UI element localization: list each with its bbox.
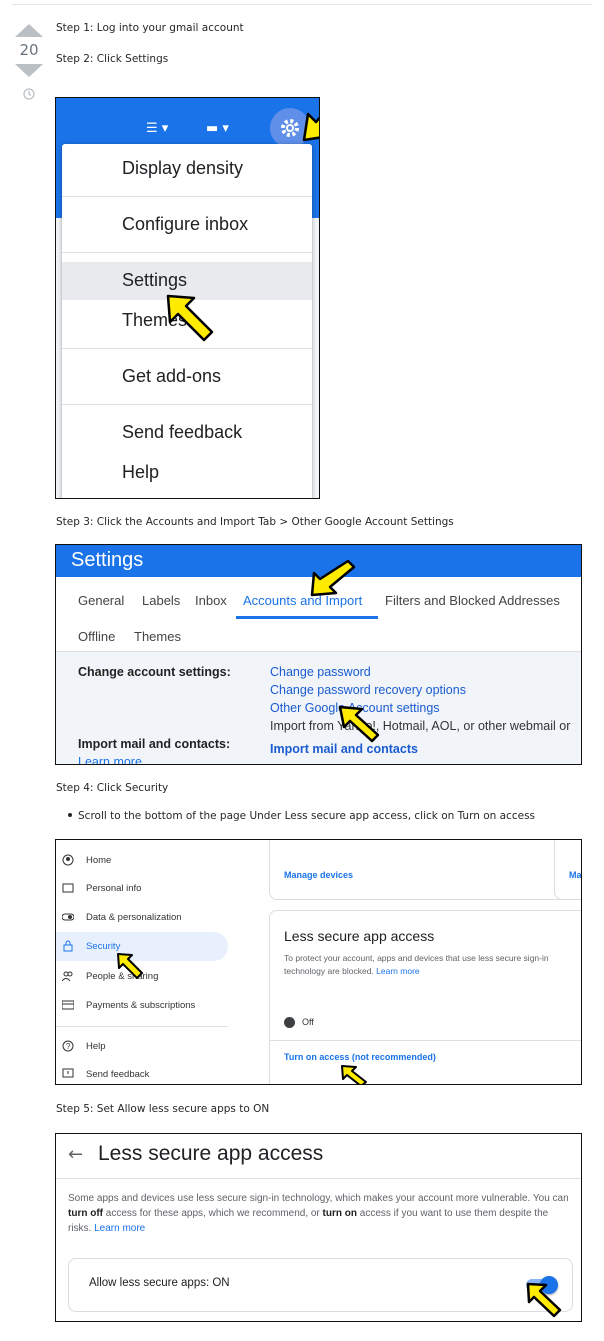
feedback-icon xyxy=(62,1068,74,1078)
nav-label: Data & personalization xyxy=(86,912,182,923)
svg-text:?: ? xyxy=(66,1042,71,1051)
back-arrow-icon[interactable]: ← xyxy=(68,1144,83,1165)
turn-off-emphasis: turn off xyxy=(68,1208,103,1219)
keyboard-icon: ▬ ▾ xyxy=(206,121,229,136)
home-icon xyxy=(62,854,74,866)
turn-on-access-link[interactable]: Turn on access (not recommended) xyxy=(284,1052,436,1062)
pointer-arrow-icon xyxy=(166,294,214,342)
pointer-arrow-icon xyxy=(341,1065,367,1084)
tab-offline[interactable]: Offline xyxy=(78,629,115,644)
nav-help[interactable]: ? Help xyxy=(56,1032,228,1061)
learn-more-link[interactable]: Learn more xyxy=(78,755,142,764)
nav-send-feedback[interactable]: Send feedback xyxy=(56,1060,228,1084)
gmail-settings-menu-screenshot: ☰ ▾ ▬ ▾ Display density Configure inbox … xyxy=(55,97,320,499)
credit-card-icon xyxy=(62,1000,74,1010)
pointer-arrow-icon xyxy=(338,705,380,743)
nav-payments[interactable]: Payments & subscriptions xyxy=(56,991,228,1020)
less-secure-page-title: Less secure app access xyxy=(98,1142,324,1165)
manage-devices-link[interactable]: Manage devices xyxy=(284,870,353,880)
off-status-text: Off xyxy=(302,1017,314,1027)
vote-score: 20 xyxy=(19,41,39,59)
menu-item-get-add-ons[interactable]: Get add-ons xyxy=(62,366,312,387)
step-1-text: Step 1: Log into your gmail account xyxy=(56,22,244,34)
step-3-text: Step 3: Click the Accounts and Import Ta… xyxy=(56,516,454,528)
tab-themes[interactable]: Themes xyxy=(134,629,181,644)
less-secure-body: Some apps and devices use less secure si… xyxy=(68,1191,573,1236)
allow-less-secure-screenshot: ← Less secure app access Some apps and d… xyxy=(55,1133,582,1322)
menu-item-send-feedback[interactable]: Send feedback xyxy=(62,422,312,443)
step-5-text: Step 5: Set Allow less secure apps to ON xyxy=(56,1103,270,1115)
nav-data-personalization[interactable]: Data & personalization xyxy=(56,903,228,932)
downvote-arrow-icon[interactable] xyxy=(15,64,43,77)
toggle-icon xyxy=(62,913,74,921)
body-text: access for these apps, which we recommen… xyxy=(103,1208,323,1219)
nav-home[interactable]: Home xyxy=(56,846,228,875)
step-4-bullet-text: Scroll to the bottom of the page Under L… xyxy=(78,810,536,822)
pointer-arrow-icon xyxy=(117,953,143,979)
less-secure-desc: To protect your account, apps and device… xyxy=(284,952,581,978)
tab-general[interactable]: General xyxy=(78,593,124,608)
active-tab-underline xyxy=(236,616,378,619)
tab-filters-blocked[interactable]: Filters and Blocked Addresses xyxy=(385,593,560,608)
nav-label: Send feedback xyxy=(86,1069,150,1080)
allow-less-secure-label: Allow less secure apps: ON xyxy=(89,1277,230,1289)
menu-item-help[interactable]: Help xyxy=(62,462,312,483)
step-2-text: Step 2: Click Settings xyxy=(56,53,169,65)
tab-inbox[interactable]: Inbox xyxy=(195,593,227,608)
lock-icon xyxy=(63,940,73,952)
nav-label: Security xyxy=(86,941,121,952)
tab-labels[interactable]: Labels xyxy=(142,593,180,608)
help-icon: ? xyxy=(62,1040,74,1052)
recovery-options-link[interactable]: Change password recovery options xyxy=(270,683,466,697)
partial-link[interactable]: Ma xyxy=(569,870,581,880)
pointer-arrow-icon xyxy=(526,1282,562,1318)
body-text: Some apps and devices use less secure si… xyxy=(68,1193,569,1204)
top-divider xyxy=(12,4,592,5)
import-from-text: Import from Yahoo!, Hotmail, AOL, or oth… xyxy=(270,719,571,733)
menu-item-display-density[interactable]: Display density xyxy=(62,158,312,179)
pointer-arrow-icon xyxy=(302,112,319,142)
less-secure-title: Less secure app access xyxy=(284,928,435,944)
pointer-arrow-icon xyxy=(310,559,356,597)
nav-label: Personal info xyxy=(86,883,142,894)
nav-label: Home xyxy=(86,855,112,866)
people-icon xyxy=(62,971,73,982)
bullet-dot xyxy=(68,813,72,817)
step-4-text: Step 4: Click Security xyxy=(56,782,169,794)
learn-more-link[interactable]: Learn more xyxy=(376,966,419,976)
nav-label: Payments & subscriptions xyxy=(86,1000,196,1011)
density-icon: ☰ ▾ xyxy=(146,121,169,136)
off-status-icon xyxy=(284,1017,295,1028)
id-card-icon xyxy=(62,883,74,893)
vote-column: 20 xyxy=(14,24,44,105)
google-security-screenshot: Home Personal info Data & personalizatio… xyxy=(55,839,582,1085)
turn-on-emphasis: turn on xyxy=(322,1208,357,1219)
change-password-link[interactable]: Change password xyxy=(270,665,371,679)
upvote-arrow-icon[interactable] xyxy=(15,24,43,37)
history-icon[interactable] xyxy=(22,87,36,101)
accounts-import-screenshot: Settings General Labels Inbox Accounts a… xyxy=(55,544,582,765)
learn-more-link[interactable]: Learn more xyxy=(94,1223,145,1234)
change-account-label: Change account settings: xyxy=(78,665,231,679)
nav-label: Help xyxy=(86,1041,106,1052)
import-mail-label: Import mail and contacts: xyxy=(78,737,231,751)
allow-setting-card: Allow less secure apps: ON xyxy=(68,1258,573,1312)
menu-item-configure-inbox[interactable]: Configure inbox xyxy=(62,214,312,235)
nav-personal-info[interactable]: Personal info xyxy=(56,874,228,903)
